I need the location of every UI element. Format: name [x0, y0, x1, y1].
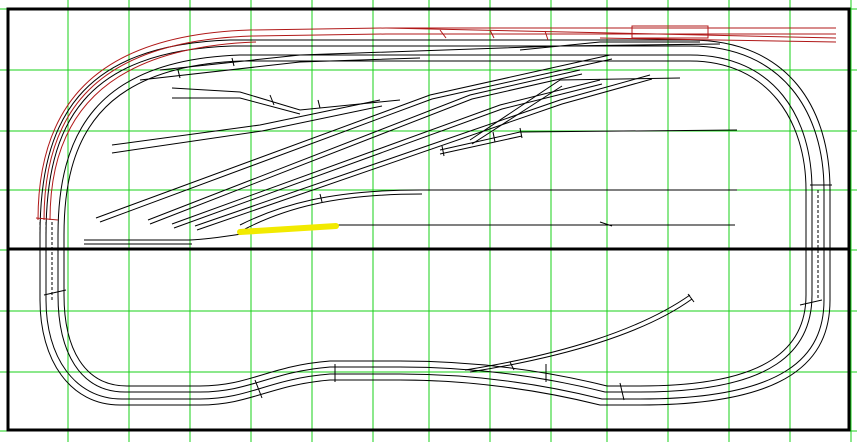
- mainline-inner-loop: [57, 54, 813, 393]
- track-plan-canvas: [0, 0, 857, 442]
- mainline-outer-loop: [39, 39, 831, 406]
- yard-tracks: [84, 41, 738, 245]
- highlight-marker: [237, 223, 339, 235]
- lower-branch-spur: [464, 293, 695, 373]
- module-joint-connectors: [39, 190, 831, 300]
